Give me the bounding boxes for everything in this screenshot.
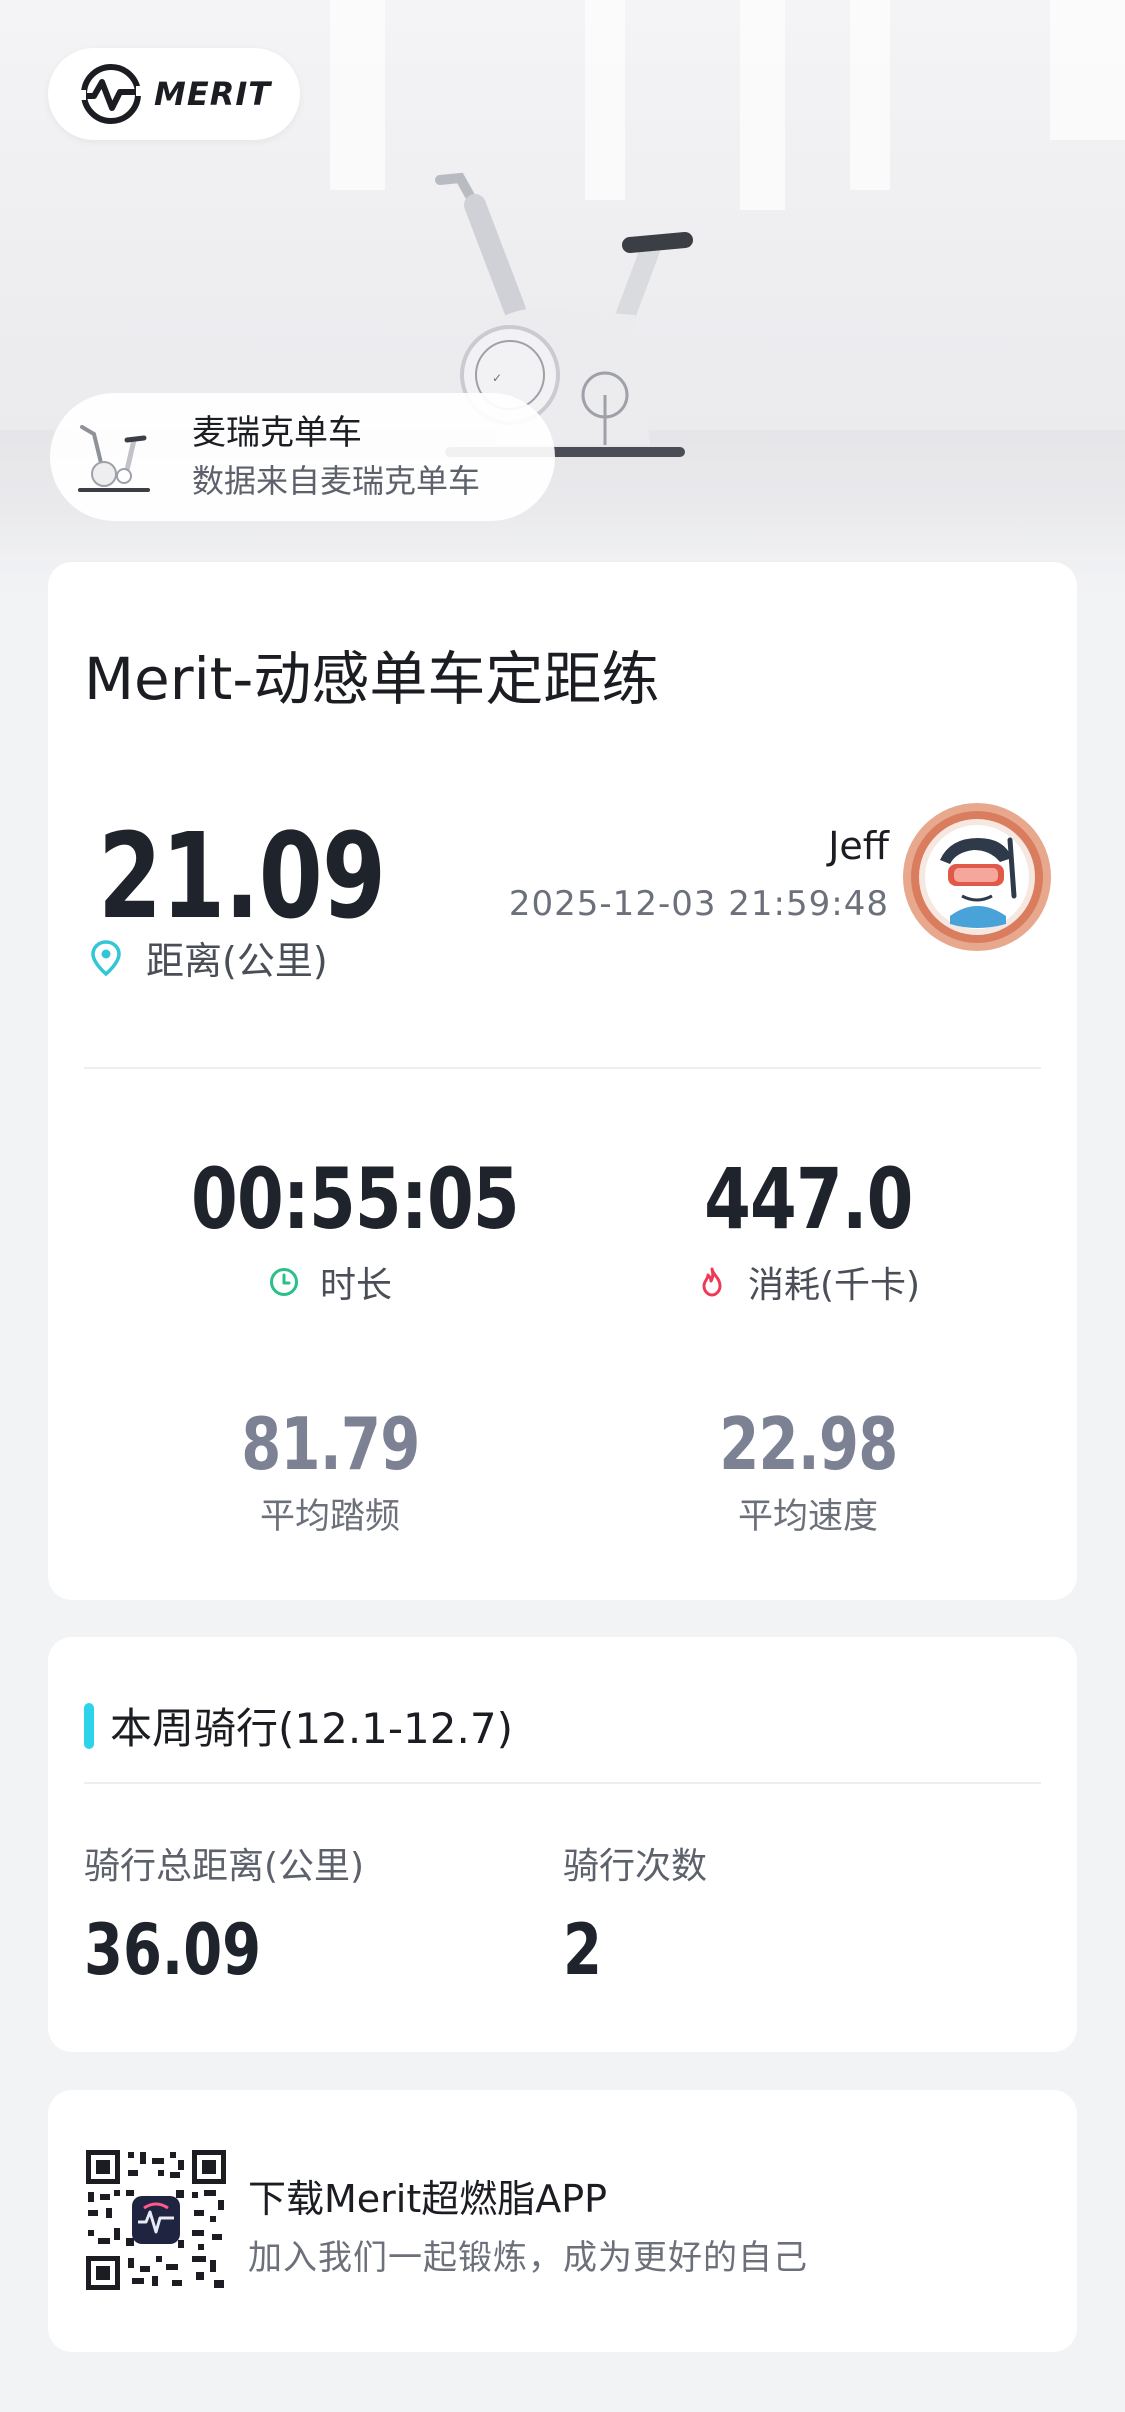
app-download-subtitle: 加入我们一起锻炼，成为更好的自己 [248,2238,808,2278]
logo-text: MERIT [154,75,272,113]
workout-summary-card: Merit-动感单车定距练 21.09 距离(公里) Jeff 2025-12-… [48,562,1077,1600]
duration-value: 00:55:05 [190,1150,520,1248]
weekly-summary-card: 本周骑行(12.1-12.7) 骑行总距离(公里) 36.09 骑行次数 2 [48,1637,1077,2052]
workout-title: Merit-动感单车定距练 [84,645,660,713]
avatar-badge-icon[interactable] [900,800,1054,954]
merit-logo-badge: MERIT [48,48,300,140]
device-source-badge: 麦瑞克单车 数据来自麦瑞克单车 [50,393,555,521]
distance-label-row: 距离(公里) [90,930,328,985]
distance-value: 21.09 [98,807,386,945]
window-light [1050,0,1125,140]
window-light [330,0,385,190]
weekly-title-row: 本周骑行(12.1-12.7) [84,1695,513,1756]
weekly-title: 本周骑行(12.1-12.7) [110,1704,513,1753]
weekly-ride-count: 骑行次数 2 [563,1837,707,1991]
window-light [850,0,890,190]
bike-thumbnail [78,425,150,492]
calories-stat: 447.0 消耗(千卡) [628,1150,988,1308]
avg-speed-stat: 22.98 平均速度 [628,1402,988,1539]
weekly-distance-value: 36.09 [84,1909,262,1991]
calories-label: 消耗(千卡) [747,1265,921,1306]
ride-count-value: 2 [563,1909,602,1991]
user-name: Jeff [828,824,889,868]
weekly-distance-label: 骑行总距离(公里) [84,1846,365,1887]
calories-value: 447.0 [703,1150,913,1248]
accent-bar [84,1702,94,1749]
app-download-card[interactable]: 下载Merit超燃脂APP 加入我们一起锻炼，成为更好的自己 [48,2090,1077,2352]
clock-icon [269,1268,298,1296]
workout-datetime: 2025-12-03 21:59:48 [508,884,889,924]
device-name: 麦瑞克单车 [192,413,362,453]
location-pin-icon [91,939,121,976]
duration-label: 时长 [319,1265,392,1306]
svg-text:✓: ✓ [492,371,502,385]
avg-speed-label: 平均速度 [737,1497,878,1537]
flame-icon [702,1267,722,1297]
duration-stat: 00:55:05 时长 [150,1150,520,1308]
divider [84,1067,1041,1069]
app-download-title[interactable]: 下载Merit超燃脂APP [248,2168,607,2223]
divider [84,1782,1041,1784]
data-source-text: 数据来自麦瑞克单车 [192,462,481,500]
qr-code-icon[interactable] [86,2150,226,2290]
weekly-distance: 骑行总距离(公里) 36.09 [84,1837,364,1991]
ride-count-label: 骑行次数 [563,1846,708,1887]
avg-cadence-value: 81.79 [240,1402,420,1486]
avg-speed-value: 22.98 [718,1402,898,1486]
distance-label: 距离(公里) [146,939,328,983]
window-light [740,0,785,210]
avg-cadence-stat: 81.79 平均踏频 [150,1402,510,1539]
avg-cadence-label: 平均踏频 [259,1497,400,1537]
merit-logo-icon [76,64,146,124]
